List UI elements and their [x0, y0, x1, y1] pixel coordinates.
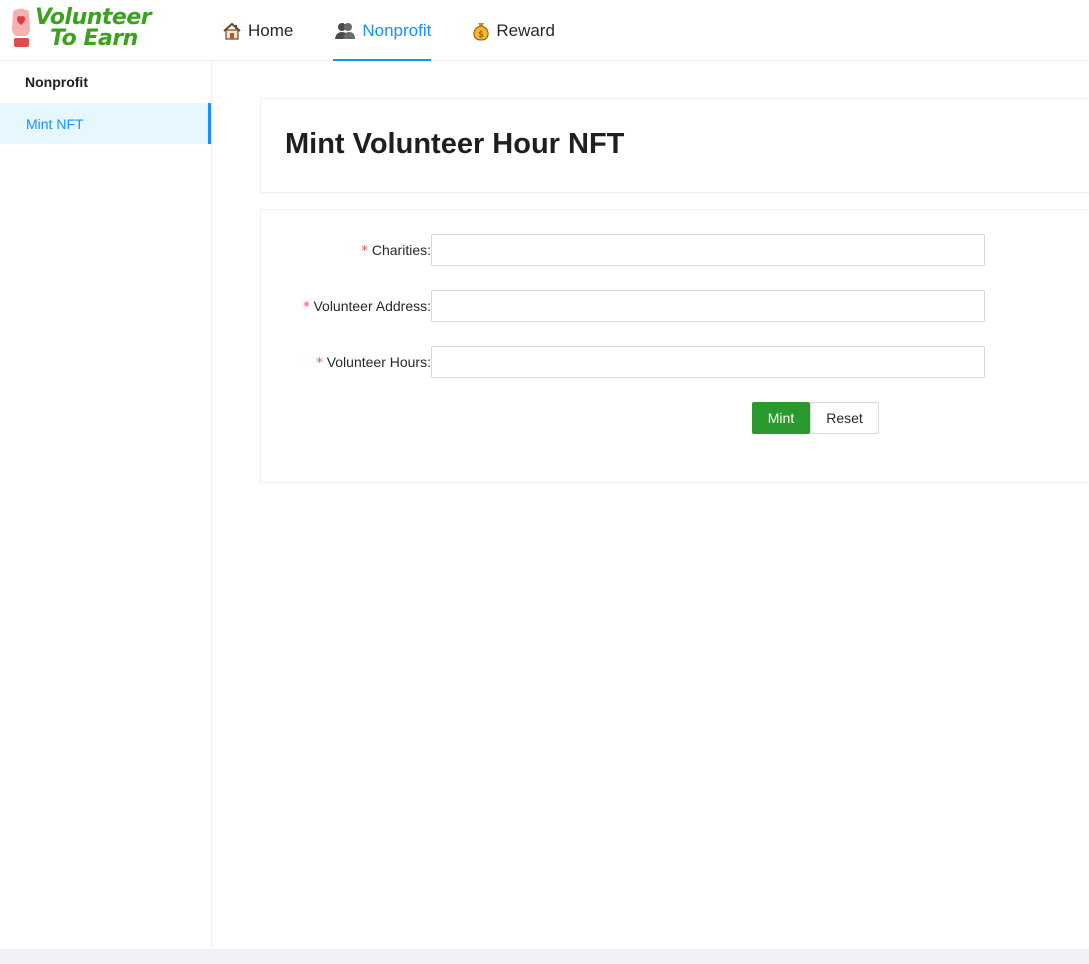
brand-name: Volunteer To Earn	[35, 7, 152, 51]
sidebar-title: Nonprofit	[25, 73, 88, 90]
page-title: Mint Volunteer Hour NFT	[285, 128, 625, 160]
charities-input[interactable]	[431, 234, 985, 266]
glove-heart-icon	[12, 8, 30, 47]
brand-line-2: To Earn	[50, 26, 138, 51]
form-row-volunteer-address: * Volunteer Address:	[261, 290, 1089, 322]
title-card: Mint Volunteer Hour NFT	[260, 98, 1089, 193]
people-icon	[334, 21, 356, 41]
volunteer-hours-input[interactable]	[431, 346, 985, 378]
volunteer-address-label: * Volunteer Address:	[302, 298, 431, 315]
form-actions: Mint Reset	[752, 402, 879, 434]
reset-button[interactable]: Reset	[810, 402, 879, 434]
nav-reward-label: Reward	[496, 20, 555, 40]
nav-nonprofit[interactable]: Nonprofit	[333, 0, 432, 61]
brand-logo[interactable]: Volunteer To Earn	[8, 7, 153, 51]
nav-home-label: Home	[248, 20, 294, 40]
house-icon	[222, 21, 242, 41]
nav-reward[interactable]: $ Reward	[472, 0, 555, 61]
svg-text:$: $	[478, 30, 484, 40]
volunteer-address-input[interactable]	[431, 290, 985, 322]
required-mark: *	[316, 356, 323, 371]
volunteer-hours-label: * Volunteer Hours:	[316, 354, 431, 371]
sidebar: Nonprofit Mint NFT	[0, 61, 212, 949]
charities-label: * Charities:	[361, 242, 431, 259]
required-mark: *	[361, 244, 368, 259]
form-row-charities: * Charities:	[261, 234, 1089, 266]
top-header: Volunteer To Earn Home Nonprofit $ Rewar…	[0, 0, 1089, 61]
nav-home[interactable]: Home	[222, 0, 293, 61]
form-row-volunteer-hours: * Volunteer Hours:	[261, 346, 1089, 378]
sidebar-item-mint-nft[interactable]: Mint NFT	[0, 103, 211, 144]
mint-button[interactable]: Mint	[752, 402, 810, 434]
money-bag-icon: $	[472, 21, 490, 41]
required-mark: *	[302, 300, 310, 315]
nav-nonprofit-label: Nonprofit	[362, 20, 432, 40]
main-content: Mint Volunteer Hour NFT * Charities: * Vol…	[212, 61, 1089, 949]
top-nav: Home Nonprofit $ Reward	[222, 0, 596, 61]
mint-form: * Charities: * Volunteer Address: * Volunte…	[260, 209, 1089, 483]
